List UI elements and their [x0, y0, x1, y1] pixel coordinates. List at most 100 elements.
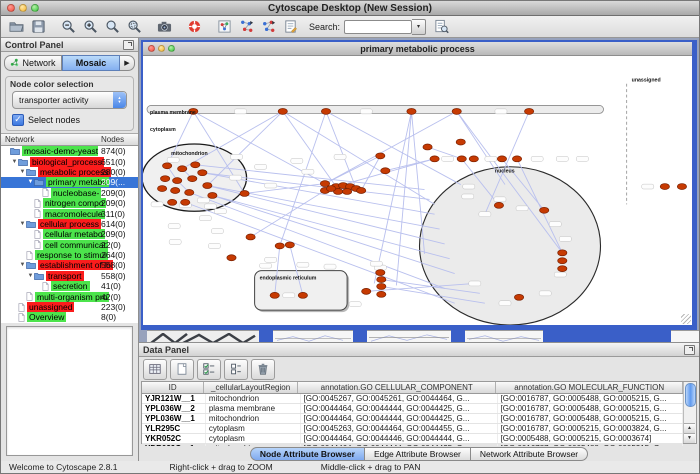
network-node[interactable]	[558, 258, 567, 264]
network-tool-b-icon[interactable]	[258, 18, 278, 36]
network-node[interactable]	[457, 156, 466, 162]
network-node[interactable]	[188, 176, 197, 182]
network-node[interactable]	[171, 188, 180, 194]
table-icon[interactable]	[143, 359, 167, 380]
table-column-header[interactable]: annotation.GO CELLULAR_COMPONENT	[298, 382, 496, 393]
minimize-button[interactable]	[19, 4, 27, 12]
network-node[interactable]	[208, 192, 217, 198]
background-window-edge[interactable]	[259, 330, 273, 342]
network-node[interactable]	[278, 108, 287, 114]
network-tool-a-icon[interactable]	[236, 18, 256, 36]
network-node[interactable]	[376, 153, 385, 159]
help-ring-icon[interactable]	[184, 18, 204, 36]
network-node[interactable]	[227, 255, 236, 261]
network-node[interactable]	[452, 108, 461, 114]
background-window[interactable]	[465, 330, 543, 342]
tree-row[interactable]: cell communicat22(0)	[1, 240, 138, 250]
zoom-in-icon[interactable]	[80, 18, 100, 36]
network-node[interactable]	[497, 156, 506, 162]
node-color-select[interactable]: transporter activity ▲▼	[12, 91, 127, 109]
tree-row[interactable]: cellular metabo209(0)	[1, 229, 138, 239]
table-scrollbar[interactable]: ▲ ▼	[683, 382, 696, 443]
network-node[interactable]	[456, 139, 465, 145]
network-node[interactable]	[514, 294, 523, 300]
scroll-down-button[interactable]: ▼	[684, 433, 695, 443]
network-node[interactable]	[275, 243, 284, 249]
background-window-edge[interactable]	[543, 330, 671, 342]
network-node[interactable]	[376, 270, 385, 276]
network-node[interactable]	[178, 166, 187, 172]
network-node[interactable]	[469, 156, 478, 162]
graphics-details-icon[interactable]	[214, 18, 234, 36]
network-node[interactable]	[540, 207, 549, 213]
network-node[interactable]	[326, 186, 335, 192]
tab-overflow-arrow[interactable]: ▶	[120, 55, 135, 71]
network-canvas[interactable]: plasma membranecytoplasmmitochondrionnuc…	[143, 56, 692, 325]
tab-mosaic[interactable]: Mosaic	[62, 55, 120, 71]
float-panel-icon[interactable]	[684, 345, 695, 355]
network-node[interactable]	[160, 176, 169, 182]
unselect-attributes-icon[interactable]	[224, 359, 248, 380]
network-node[interactable]	[423, 144, 432, 150]
network-node[interactable]	[246, 234, 255, 240]
network-node[interactable]	[357, 188, 366, 194]
tree-row[interactable]: secretion41(0)	[1, 281, 138, 291]
frame-minimize-button[interactable]	[158, 45, 165, 52]
disclosure-triangle-icon[interactable]: ▼	[19, 221, 26, 227]
network-view-window[interactable]: primary metabolic process plasma membran…	[141, 40, 697, 330]
disclosure-triangle-icon[interactable]: ▼	[19, 169, 26, 175]
background-window[interactable]	[273, 330, 353, 342]
tree-column-network[interactable]: Network	[1, 135, 34, 144]
network-node[interactable]	[185, 190, 194, 196]
network-node[interactable]	[240, 191, 249, 197]
scrollbar-thumb[interactable]	[685, 383, 696, 407]
annotation-icon[interactable]	[280, 18, 300, 36]
tree-row[interactable]: ▼transport558(0)	[1, 271, 138, 281]
tree-row[interactable]: ▼establishment of lo558(0)	[1, 260, 138, 270]
network-node[interactable]	[524, 108, 533, 114]
tree-row[interactable]: multi-organism pro42(0)	[1, 291, 138, 301]
tree-row[interactable]: response to stimul264(0)	[1, 250, 138, 260]
disclosure-triangle-icon[interactable]: ▼	[19, 262, 26, 268]
search-input[interactable]	[344, 20, 412, 34]
frame-close-button[interactable]	[148, 45, 155, 52]
table-row[interactable]: YJR121W__1mitochondrion[GO:0045267, GO:0…	[142, 394, 683, 404]
network-node[interactable]	[381, 168, 390, 174]
tree-row[interactable]: nucleobase-209(0)	[1, 188, 138, 198]
search-dropdown-button[interactable]: ▾	[412, 19, 426, 35]
zoom-out-icon[interactable]	[58, 18, 78, 36]
network-node[interactable]	[285, 242, 294, 248]
tab-network[interactable]: Network	[4, 55, 62, 71]
network-node[interactable]	[321, 108, 330, 114]
advanced-search-icon[interactable]	[431, 18, 451, 36]
network-node[interactable]	[203, 183, 212, 189]
background-window[interactable]	[671, 330, 699, 342]
zoom-window-button[interactable]	[31, 4, 39, 12]
select-attributes-icon[interactable]	[197, 359, 221, 380]
scroll-up-button[interactable]: ▲	[684, 423, 695, 433]
tree-row[interactable]: ▼metabolic process280(0)	[1, 167, 138, 177]
zoom-region-icon[interactable]	[124, 18, 144, 36]
table-column-header[interactable]: _cellularLayoutRegion	[204, 382, 298, 393]
delete-attribute-icon[interactable]	[251, 359, 275, 380]
tree-row[interactable]: macromolecule311(0)	[1, 208, 138, 218]
table-row[interactable]: YLR295Ccytoplasm[GO:0045263, GO:0044464,…	[142, 424, 683, 434]
disclosure-triangle-icon[interactable]: ▼	[27, 179, 34, 185]
network-node[interactable]	[377, 277, 386, 283]
tab-node-attribute-browser[interactable]: Node Attribute Browser	[250, 447, 365, 461]
resize-grip[interactable]	[681, 314, 691, 324]
open-folder-icon[interactable]	[6, 18, 26, 36]
network-node[interactable]	[270, 292, 279, 298]
network-node[interactable]	[157, 186, 166, 192]
background-network-thumbnail[interactable]	[147, 330, 259, 342]
tab-edge-attribute-browser[interactable]: Edge Attribute Browser	[365, 447, 471, 461]
plasma-membrane-compartment[interactable]	[147, 105, 603, 113]
network-node[interactable]	[173, 178, 182, 184]
tree-row[interactable]: ▼primary metabo209(...	[1, 177, 138, 187]
background-window[interactable]	[367, 330, 451, 342]
table-row[interactable]: YPL036W__1mitochondrion[GO:0044464, GO:0…	[142, 414, 683, 424]
tree-row[interactable]: nitrogen compo209(0)	[1, 198, 138, 208]
tree-row[interactable]: mosaic-demo-yeast874(0)	[1, 146, 138, 156]
zoom-fit-icon[interactable]	[102, 18, 122, 36]
birds-eye-view[interactable]	[6, 326, 133, 456]
